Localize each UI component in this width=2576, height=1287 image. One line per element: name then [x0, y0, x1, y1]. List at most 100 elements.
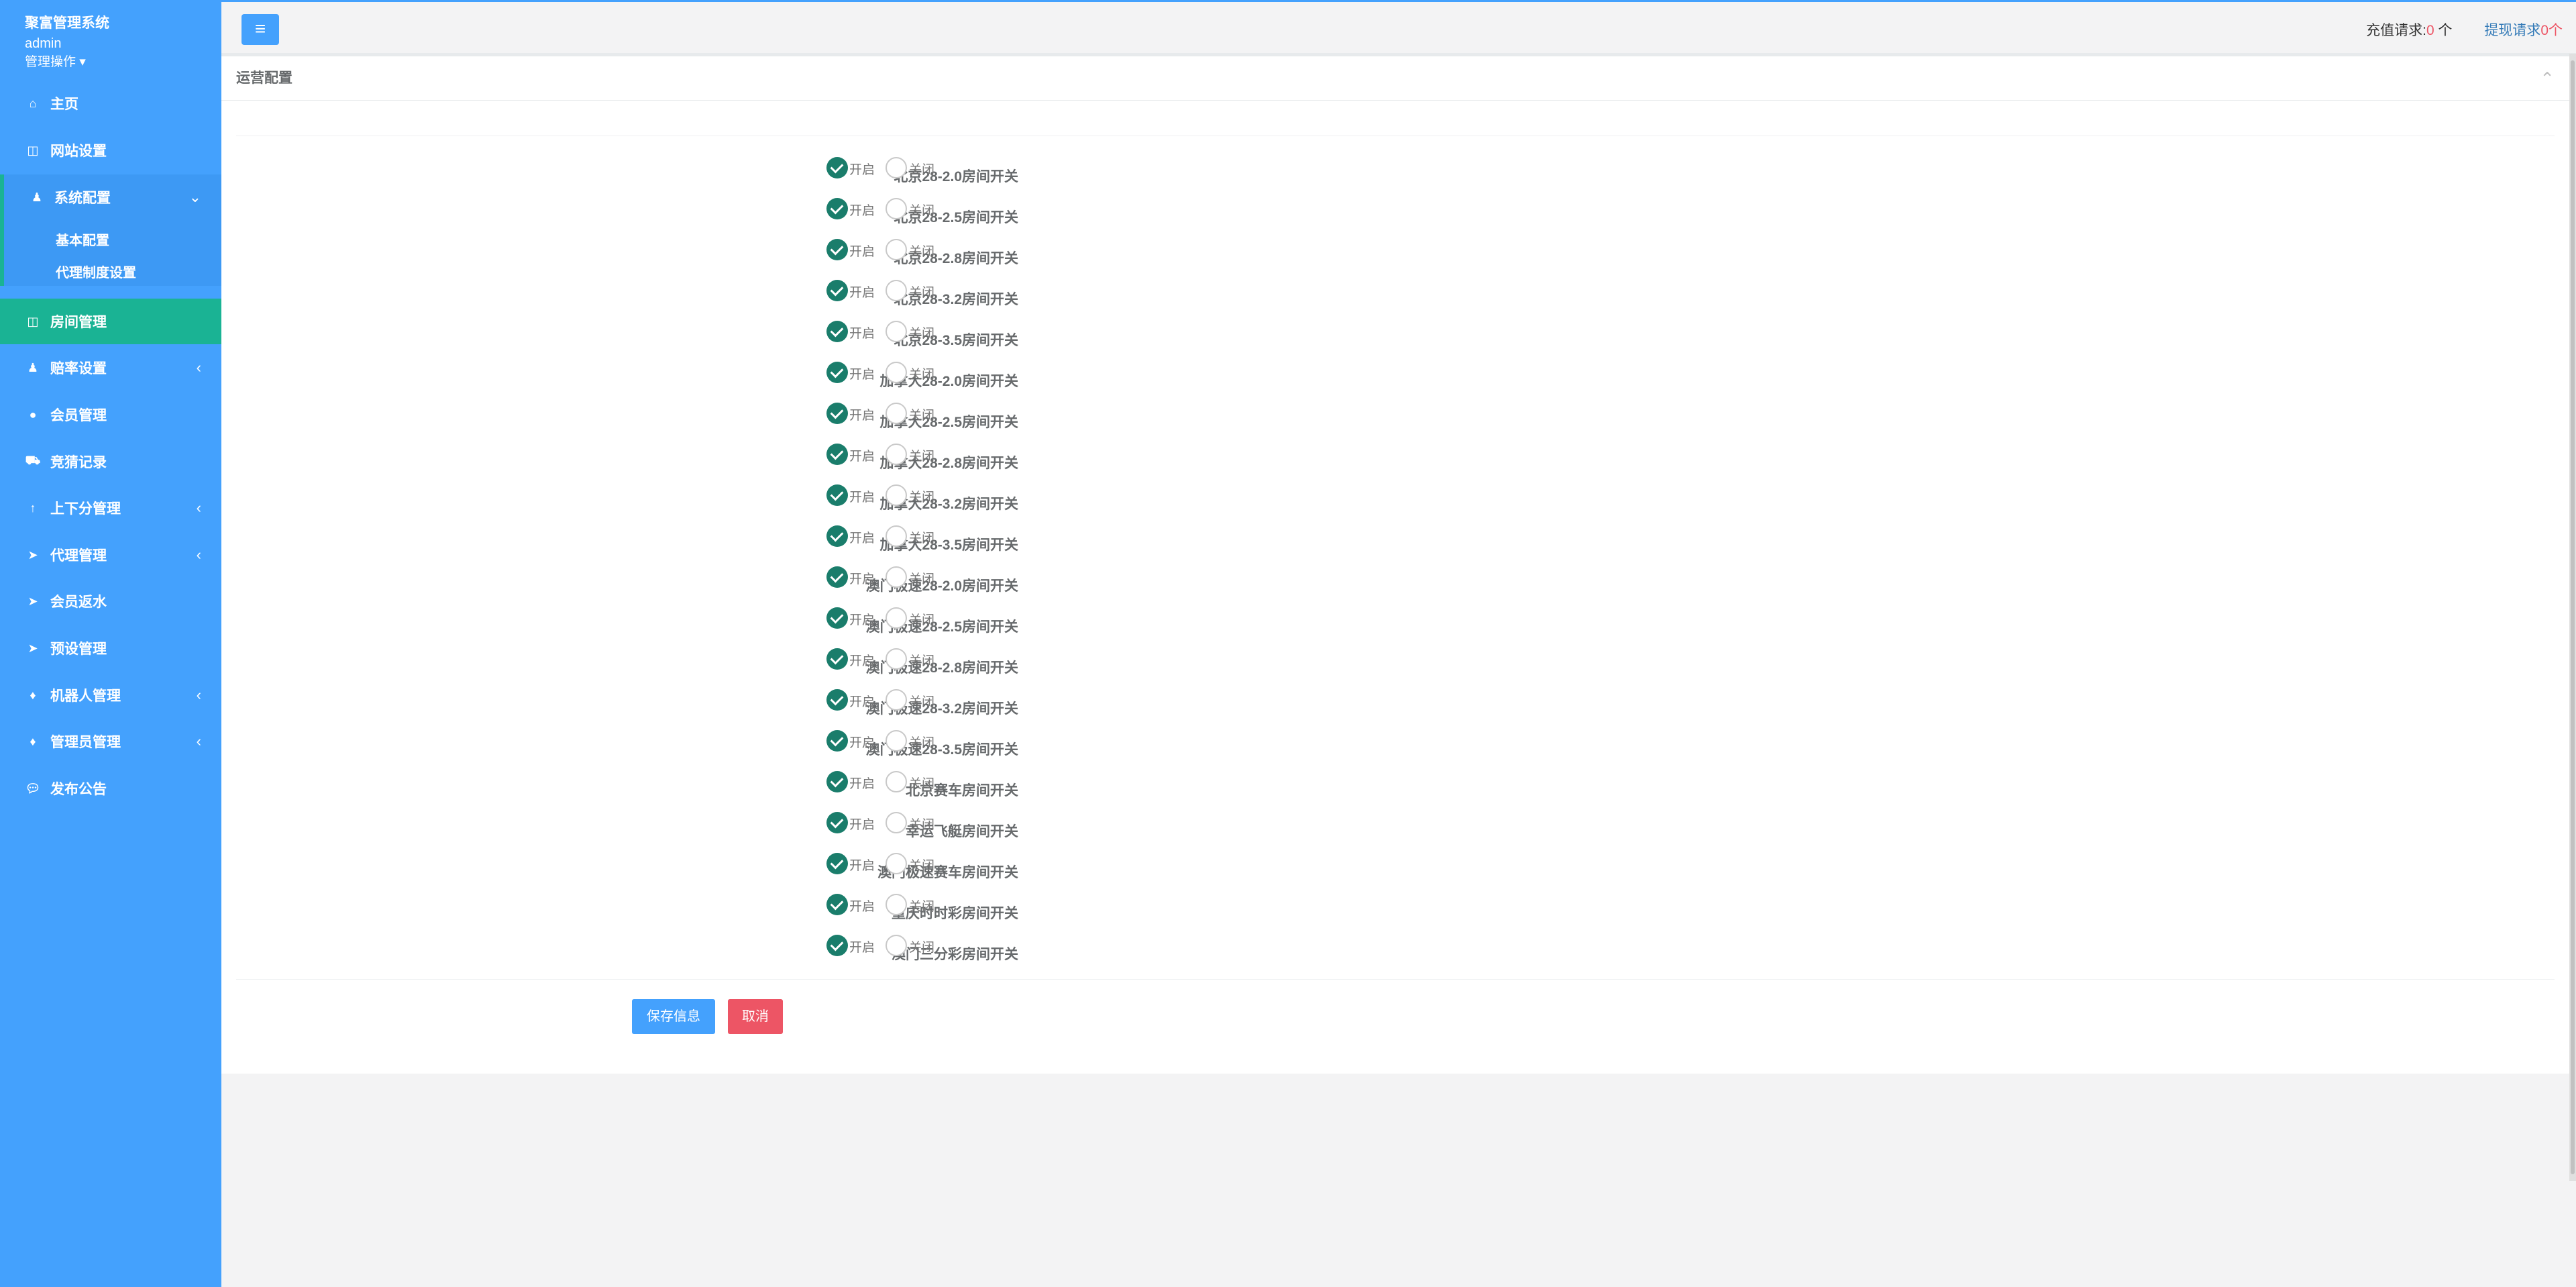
chevron-left-icon: ‹: [196, 359, 201, 376]
radio-off[interactable]: [885, 484, 907, 506]
radio-on[interactable]: [826, 362, 848, 383]
scrollbar-thumb[interactable]: [2571, 60, 2575, 1174]
system-config-submenu: 基本配置 代理制度设置: [0, 219, 221, 286]
withdraw-link[interactable]: 提现请求: [2484, 23, 2540, 38]
radio-off[interactable]: [885, 566, 907, 588]
nav-label: 预设管理: [50, 641, 107, 657]
radio-off[interactable]: [885, 280, 907, 301]
radio-off[interactable]: [885, 157, 907, 178]
radio-on[interactable]: [826, 812, 848, 833]
radio-off[interactable]: [885, 444, 907, 465]
radio-on[interactable]: [826, 198, 848, 219]
radio-on[interactable]: [826, 935, 848, 956]
divider: [236, 979, 2555, 980]
nav-site-settings[interactable]: ◫ 网站设置: [0, 127, 221, 173]
nav-system-config[interactable]: ♟ 系统配置 ⌄: [0, 174, 221, 220]
caret-down-icon: ▾: [79, 55, 86, 69]
cancel-button[interactable]: 取消: [728, 999, 783, 1034]
top-navbar: ≡ 充值请求:0 个 提现请求0个: [221, 0, 2576, 54]
collapse-icon[interactable]: ⌃: [2540, 56, 2555, 101]
nav-admin-management[interactable]: ♦ 管理员管理 ‹: [0, 719, 221, 764]
radio-off[interactable]: [885, 321, 907, 342]
radio-on[interactable]: [826, 280, 848, 301]
radio-off[interactable]: [885, 730, 907, 752]
radio-off[interactable]: [885, 935, 907, 956]
radio-on[interactable]: [826, 444, 848, 465]
setting-row: 澳门极速28-3.2房间开关 开启 关闭: [221, 689, 1228, 727]
radio-on[interactable]: [826, 853, 848, 874]
save-button[interactable]: 保存信息: [632, 999, 715, 1034]
setting-row: 加拿大28-3.5房间开关 开启 关闭: [221, 525, 1228, 563]
rocket-icon: ♦: [30, 688, 36, 702]
submenu-basic-config[interactable]: 基本配置: [56, 229, 109, 249]
radio-on[interactable]: [826, 730, 848, 752]
radio-on[interactable]: [826, 771, 848, 792]
nav-home[interactable]: ⌂ 主页: [0, 81, 221, 126]
setting-row: 北京28-2.8房间开关 开启 关闭: [221, 239, 1228, 276]
setting-row: 加拿大28-2.8房间开关 开启 关闭: [221, 444, 1228, 481]
recharge-unit: 个: [2434, 23, 2453, 38]
radio-off[interactable]: [885, 648, 907, 670]
nav-label: 网站设置: [50, 144, 107, 159]
radio-on[interactable]: [826, 648, 848, 670]
setting-row: 澳门极速28-3.5房间开关 开启 关闭: [221, 730, 1228, 768]
radio-on-label: 开启: [849, 327, 875, 341]
nav-preset-management[interactable]: ➤ 预设管理: [0, 625, 221, 671]
radio-off[interactable]: [885, 198, 907, 219]
radio-off[interactable]: [885, 525, 907, 547]
radio-on[interactable]: [826, 894, 848, 915]
nav-member-rebate[interactable]: ➤ 会员返水: [0, 578, 221, 624]
radio-on-label: 开启: [849, 654, 875, 668]
radio-off[interactable]: [885, 689, 907, 711]
radio-on[interactable]: [826, 484, 848, 506]
menu-toggle-button[interactable]: ≡: [241, 14, 279, 45]
radio-on[interactable]: [826, 321, 848, 342]
radio-off[interactable]: [885, 771, 907, 792]
radio-on-label: 开启: [849, 572, 875, 586]
nav-agent-management[interactable]: ➤ 代理管理 ‹: [0, 532, 221, 578]
scrollbar[interactable]: [2569, 54, 2576, 1181]
chevron-left-icon: ‹: [196, 546, 201, 563]
radio-off[interactable]: [885, 362, 907, 383]
setting-row: 澳门极速赛车房间开关 开启 关闭: [221, 853, 1228, 890]
setting-label: 澳门极速28-2.8房间开关: [865, 660, 1018, 676]
radio-on[interactable]: [826, 566, 848, 588]
car-icon: ⛟: [25, 454, 41, 467]
radio-on[interactable]: [826, 239, 848, 260]
radio-off-label: 关闭: [909, 941, 935, 955]
setting-row: 澳门极速28-2.0房间开关 开启 关闭: [221, 566, 1228, 604]
radio-off[interactable]: [885, 403, 907, 424]
radio-on[interactable]: [826, 525, 848, 547]
radio-on[interactable]: [826, 607, 848, 629]
setting-row: 加拿大28-2.5房间开关 开启 关闭: [221, 403, 1228, 440]
radio-off-label: 关闭: [909, 736, 935, 750]
radio-off[interactable]: [885, 853, 907, 874]
nav-room-management[interactable]: ◫ 房间管理: [0, 299, 221, 344]
nav-odds-settings[interactable]: ♟ 赔率设置 ‹: [0, 345, 221, 391]
nav-announcement[interactable]: 💬︎ 发布公告: [0, 766, 221, 811]
radio-off[interactable]: [885, 239, 907, 260]
setting-label: 澳门三分彩房间开关: [892, 947, 1018, 962]
ops-dropdown[interactable]: 管理操作 ▾: [25, 54, 221, 71]
nav-bet-records[interactable]: ⛟ 竞猜记录: [0, 439, 221, 484]
chevron-left-icon: ‹: [196, 686, 201, 703]
radio-on[interactable]: [826, 157, 848, 178]
radio-off-label: 关闭: [909, 900, 935, 914]
nav-credit-management[interactable]: ↑ 上下分管理 ‹: [0, 485, 221, 531]
radio-off[interactable]: [885, 812, 907, 833]
radio-off[interactable]: [885, 894, 907, 915]
withdraw-unit: 个: [2548, 23, 2563, 38]
nav-label: 发布公告: [50, 782, 107, 797]
submenu-agent-policy[interactable]: 代理制度设置: [56, 262, 136, 281]
radio-on-label: 开启: [849, 900, 875, 914]
nav-label: 上下分管理: [50, 501, 121, 517]
nav-label: 主页: [50, 97, 78, 112]
radio-off[interactable]: [885, 607, 907, 629]
setting-row: 重庆时时彩房间开关 开启 关闭: [221, 894, 1228, 931]
radio-on[interactable]: [826, 689, 848, 711]
nav-robot-management[interactable]: ♦ 机器人管理 ‹: [0, 672, 221, 718]
paper-plane-icon: ➤: [28, 594, 38, 608]
nav-member-management[interactable]: ● 会员管理: [0, 392, 221, 437]
setting-label: 加拿大28-3.2房间开关: [879, 497, 1018, 512]
radio-on[interactable]: [826, 403, 848, 424]
